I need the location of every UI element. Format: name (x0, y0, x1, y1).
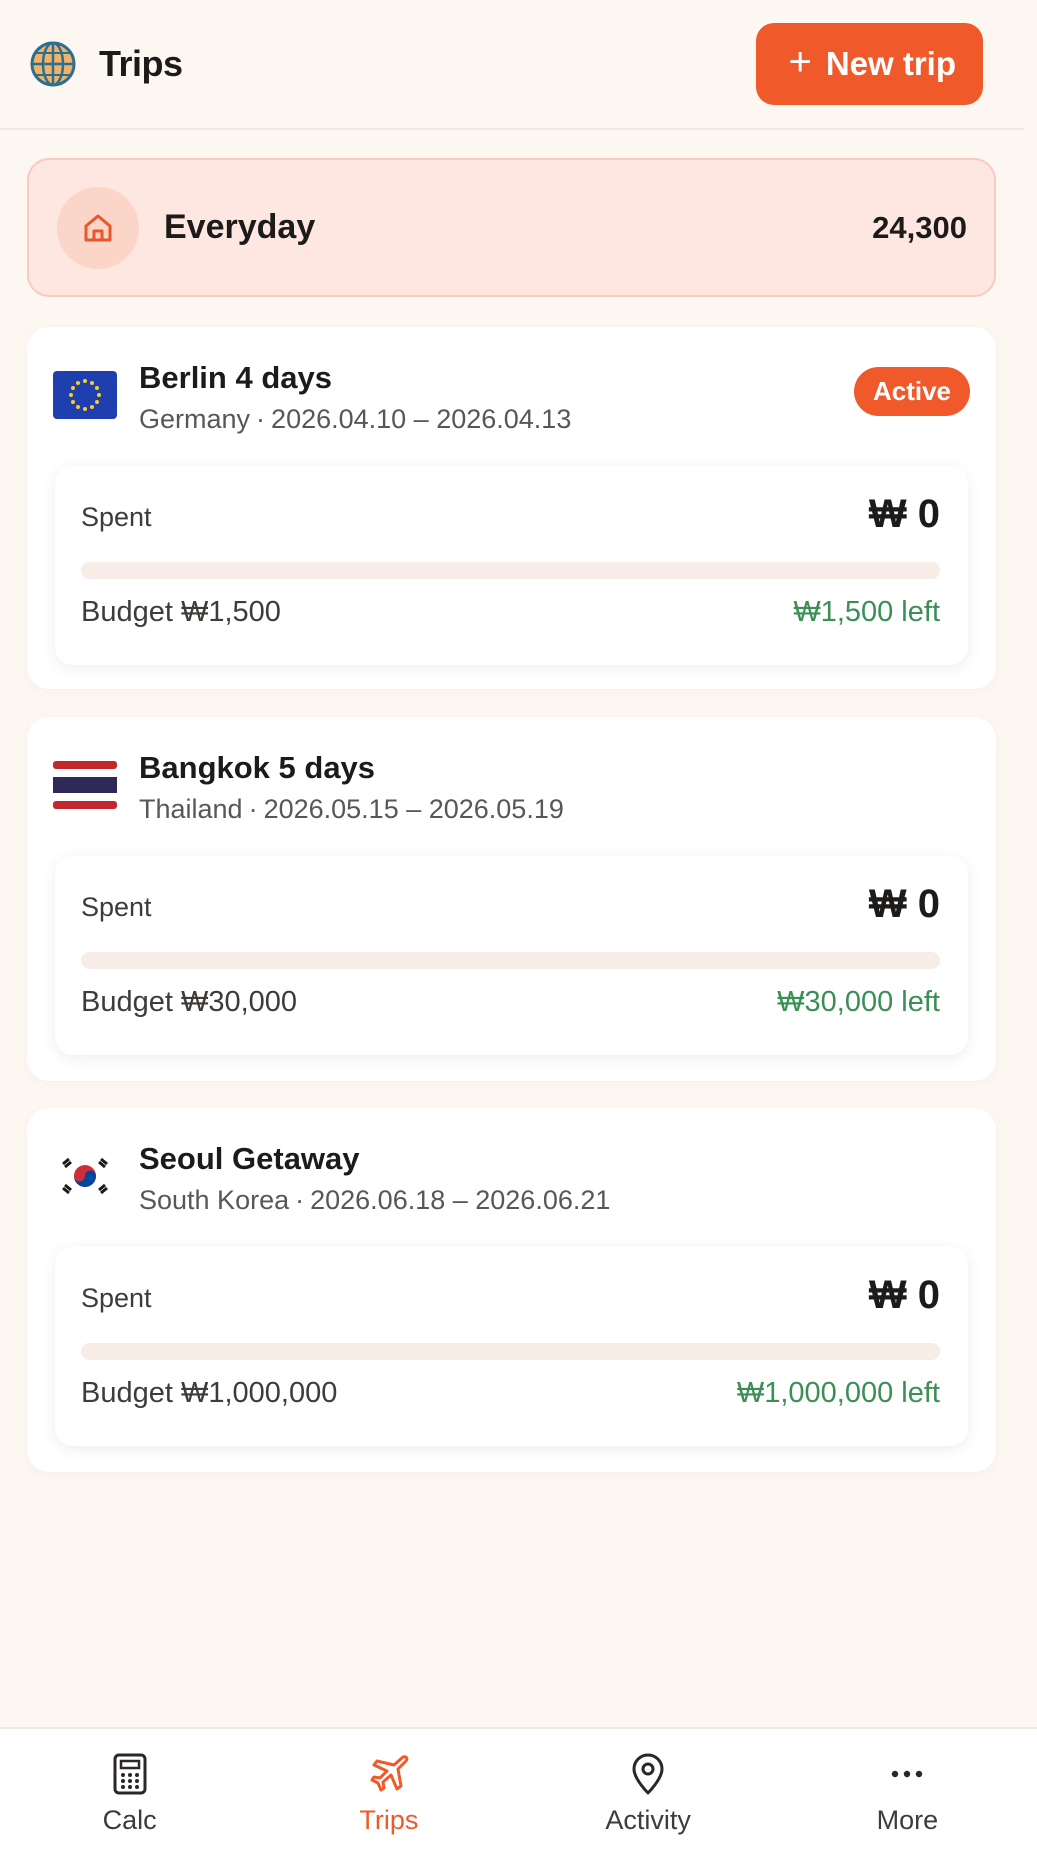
budget-progress-bar (81, 562, 940, 579)
spent-label: Spent (81, 1283, 152, 1313)
map-pin-icon (625, 1751, 671, 1797)
calculator-icon (107, 1751, 153, 1797)
trip-dates: 2026.04.10 – 2026.04.13 (271, 404, 572, 434)
everyday-label: Everyday (164, 208, 316, 246)
trip-card-seoul[interactable]: Seoul Getaway South Korea · 2026.06.18 – 2… (27, 1108, 996, 1472)
trip-titles: Berlin 4 days Germany · 2026.04.10 – 2026.… (139, 357, 854, 437)
new-trip-label: New trip (825, 45, 956, 82)
trip-card-berlin[interactable]: Berlin 4 days Germany · 2026.04.10 – 2026.… (27, 327, 996, 689)
remaining-label: ₩1,500 left (793, 596, 940, 628)
trip-name: Berlin 4 days (139, 360, 332, 395)
trip-card-bangkok[interactable]: Bangkok 5 days Thailand · 2026.05.15 – 202… (27, 717, 996, 1081)
nav-item-more[interactable]: More (778, 1729, 1037, 1857)
nav-label: More (876, 1805, 939, 1835)
remaining-label: ₩1,000,000 left (736, 1377, 940, 1409)
status-badge: Active (853, 367, 970, 416)
more-dots-icon (884, 1751, 930, 1797)
spent-label: Spent (81, 892, 152, 922)
page-title: Trips (99, 43, 183, 84)
trip-dates: 2026.06.18 – 2026.06.21 (310, 1185, 611, 1215)
trip-header: Berlin 4 days Germany · 2026.04.10 – 2026.… (53, 357, 970, 437)
trip-name: Bangkok 5 days (139, 750, 376, 785)
trip-titles: Seoul Getaway South Korea · 2026.06.18 – 2… (139, 1138, 970, 1218)
home-icon-badge (57, 186, 139, 269)
trip-name: Seoul Getaway (139, 1141, 360, 1176)
home-icon (84, 214, 112, 241)
nav-label: Trips (359, 1805, 419, 1835)
remaining-label: ₩30,000 left (777, 986, 940, 1018)
budget-progress-bar (81, 1343, 940, 1360)
spent-value: ₩ 0 (868, 882, 940, 926)
thailand-flag-icon (53, 761, 117, 809)
everyday-amount: 24,300 (872, 209, 967, 245)
trip-country: Germany (139, 404, 251, 434)
nav-item-calc[interactable]: Calc (0, 1729, 259, 1857)
trip-header: Seoul Getaway South Korea · 2026.06.18 – 2… (53, 1138, 970, 1218)
everyday-card[interactable]: Everyday 24,300 (27, 158, 996, 297)
nav-item-trips[interactable]: Trips (259, 1729, 518, 1857)
budget-label: Budget ₩1,000,000 (81, 1377, 338, 1409)
trip-subtitle: South Korea · 2026.06.18 – 2026.06.21 (139, 1185, 611, 1215)
globe-icon (29, 40, 77, 88)
budget-box: Spent ₩ 0 Budget ₩1,000,000 ₩1,000,000 l… (55, 1247, 968, 1446)
eu-flag-icon (53, 371, 117, 419)
trip-titles: Bangkok 5 days Thailand · 2026.05.15 – 202… (139, 747, 970, 827)
trip-dates: 2026.05.15 – 2026.05.19 (263, 794, 564, 824)
nav-item-activity[interactable]: Activity (519, 1729, 778, 1857)
budget-progress-bar (81, 952, 940, 969)
nav-label: Calc (102, 1805, 157, 1835)
new-trip-button[interactable]: + New trip (756, 23, 983, 105)
trip-country: South Korea (139, 1185, 290, 1215)
trip-header: Bangkok 5 days Thailand · 2026.05.15 – 202… (53, 747, 970, 827)
spent-value: ₩ 0 (868, 1273, 940, 1317)
header-title-group: Trips (29, 40, 183, 88)
spent-value: ₩ 0 (868, 492, 940, 536)
budget-label: Budget ₩1,500 (81, 596, 281, 628)
spent-label: Spent (81, 502, 152, 532)
nav-label: Activity (605, 1805, 691, 1835)
app-header: Trips + New trip (0, 0, 1024, 130)
bottom-nav: Calc Trips Activity More (0, 1727, 1037, 1857)
plus-icon: + (788, 40, 812, 84)
budget-box: Spent ₩ 0 Budget ₩30,000 ₩30,000 left (55, 856, 968, 1055)
trip-subtitle: Germany · 2026.04.10 – 2026.04.13 (139, 404, 572, 434)
airplane-icon (366, 1751, 412, 1797)
korea-flag-icon (53, 1152, 117, 1200)
budget-label: Budget ₩30,000 (81, 986, 298, 1018)
budget-box: Spent ₩ 0 Budget ₩1,500 ₩1,500 left (55, 466, 968, 665)
trip-subtitle: Thailand · 2026.05.15 – 2026.05.19 (139, 794, 564, 824)
trip-country: Thailand (139, 794, 243, 824)
